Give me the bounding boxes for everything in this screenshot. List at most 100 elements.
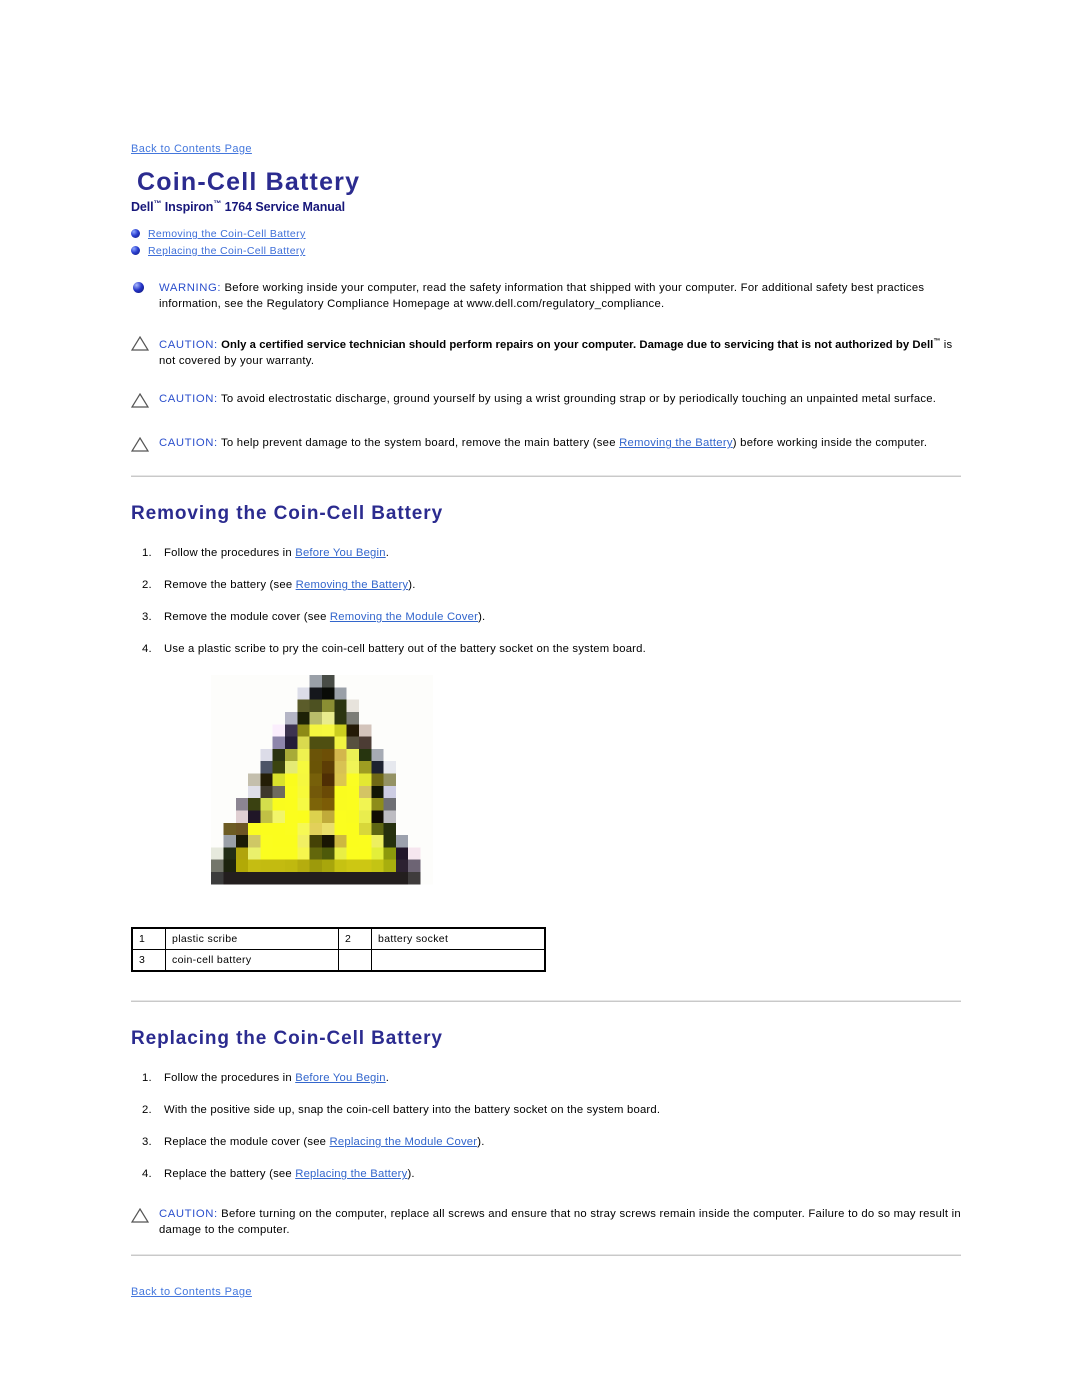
notice-icon-slot — [130, 1206, 159, 1228]
caution-triangle-icon — [130, 1208, 150, 1223]
toc-item-replacing[interactable]: Replacing the Coin-Cell Battery — [131, 243, 961, 258]
notice-icon-slot — [130, 334, 159, 356]
cell-label — [371, 949, 546, 972]
list-item: 3. Replace the module cover (see Replaci… — [131, 1136, 961, 1148]
toc-list: Removing the Coin-Cell Battery Replacing… — [131, 226, 961, 258]
cell-index — [338, 949, 372, 972]
bottom-nav: Back to Contents Page — [131, 1282, 961, 1300]
step-pre: Replace the module cover (see — [164, 1136, 330, 1149]
step-post: ). — [477, 1136, 485, 1149]
pixelated-warning-triangle-image — [211, 675, 433, 910]
document-page: Back to Contents Page Coin-Cell Battery … — [130, 0, 961, 1300]
list-item: 2. Remove the battery (see Removing the … — [131, 579, 961, 591]
blue-sphere-bullet-icon — [131, 246, 140, 256]
step-text: Follow the procedures in Before You Begi… — [164, 1072, 961, 1084]
page-subtitle: Dell™ Inspiron™ 1764 Service Manual — [131, 199, 961, 214]
divider-3 — [131, 1254, 961, 1257]
step-number: 2. — [142, 1104, 152, 1117]
toc-link-removing[interactable]: Removing the Coin-Cell Battery — [148, 228, 306, 240]
caution-notice-2-text: CAUTION: To avoid electrostatic discharg… — [159, 391, 961, 407]
step-number: 1. — [142, 547, 152, 560]
caution-notice-3-text: CAUTION: To help prevent damage to the s… — [159, 435, 961, 451]
step-text: Use a plastic scribe to pry the coin-cel… — [164, 643, 961, 655]
replacing-the-module-cover-link[interactable]: Replacing the Module Cover — [330, 1136, 478, 1148]
step-number: 4. — [142, 643, 152, 656]
caution-tail: ) before working inside the computer. — [732, 437, 928, 450]
section-title-removing: Removing the Coin-Cell Battery — [131, 503, 444, 525]
removing-steps: 1. Follow the procedures in Before You B… — [131, 547, 961, 655]
step-number: 3. — [142, 1136, 152, 1149]
warning-body: Before working inside your computer, rea… — [159, 282, 925, 311]
caution-keyword: CAUTION: — [159, 393, 218, 406]
cell-label: coin-cell battery — [165, 949, 339, 972]
top-nav: Back to Contents Page — [131, 0, 961, 155]
caution-body: To help prevent damage to the system boa… — [217, 437, 620, 450]
step-pre: Follow the procedures in — [164, 547, 296, 560]
step-number: 3. — [142, 611, 152, 624]
list-item: 1. Follow the procedures in Before You B… — [131, 1072, 961, 1084]
cell-index: 3 — [131, 949, 166, 972]
removing-the-battery-link[interactable]: Removing the Battery — [619, 437, 733, 449]
removing-the-battery-link[interactable]: Removing the Battery — [296, 579, 409, 591]
before-you-begin-link[interactable]: Before You Begin — [295, 547, 386, 559]
caution-notice-final: CAUTION: Before turning on the computer,… — [130, 1206, 961, 1238]
caution-notice-1: CAUTION: Only a certified service techni… — [130, 334, 961, 369]
caution-notice-3: CAUTION: To help prevent damage to the s… — [130, 435, 961, 457]
caution-notice-final-text: CAUTION: Before turning on the computer,… — [159, 1206, 961, 1238]
step-text: Replace the module cover (see Replacing … — [164, 1136, 961, 1148]
list-item: 3. Remove the module cover (see Removing… — [131, 611, 961, 623]
removing-the-module-cover-link[interactable]: Removing the Module Cover — [330, 611, 478, 623]
cell-index: 2 — [338, 927, 372, 951]
divider-1 — [131, 475, 961, 478]
toc-item-removing[interactable]: Removing the Coin-Cell Battery — [131, 226, 961, 241]
replacing-steps: 1. Follow the procedures in Before You B… — [131, 1072, 961, 1180]
subtitle-model: 1764 Service Manual — [221, 200, 346, 215]
replacing-the-battery-link[interactable]: Replacing the Battery — [295, 1168, 407, 1180]
coin-cell-battery-figure — [131, 675, 513, 910]
back-to-contents-link-bottom[interactable]: Back to Contents Page — [131, 1286, 252, 1298]
warning-keyword: WARNING: — [159, 282, 222, 295]
list-item: 1. Follow the procedures in Before You B… — [131, 547, 961, 559]
list-item: 4. Replace the battery (see Replacing th… — [131, 1168, 961, 1180]
step-pre: Remove the module cover (see — [164, 611, 330, 624]
step-text: Follow the procedures in Before You Begi… — [164, 547, 961, 559]
caution-body: To avoid electrostatic discharge, ground… — [217, 393, 937, 406]
cell-index: 1 — [131, 927, 166, 951]
step-pre: Follow the procedures in — [164, 1072, 296, 1085]
caution-notice-1-text: CAUTION: Only a certified service techni… — [159, 334, 961, 369]
step-post: ). — [407, 1168, 415, 1181]
cell-label: battery socket — [371, 927, 546, 951]
notice-icon-slot — [130, 391, 159, 413]
list-item: 2. With the positive side up, snap the c… — [131, 1104, 961, 1116]
caution-bold-body: Only a certified service technician shou… — [221, 339, 934, 352]
step-number: 2. — [142, 579, 152, 592]
table-row: 3 coin-cell battery — [131, 949, 546, 972]
caution-triangle-icon — [130, 437, 150, 452]
before-you-begin-link[interactable]: Before You Begin — [295, 1072, 386, 1084]
warning-notice: WARNING: Before working inside your comp… — [131, 280, 961, 312]
step-number: 4. — [142, 1168, 152, 1181]
caution-triangle-icon — [130, 336, 150, 352]
divider-2 — [131, 1000, 961, 1003]
step-number: 1. — [142, 1072, 152, 1085]
notice-icon-slot — [131, 280, 159, 294]
table-row: 1 plastic scribe 2 battery socket — [131, 927, 546, 951]
caution-keyword: CAUTION: — [159, 1208, 218, 1221]
caution-keyword: CAUTION: — [159, 339, 218, 352]
cell-label: plastic scribe — [165, 927, 339, 951]
subtitle-dell: Dell — [131, 200, 154, 215]
back-to-contents-link-top[interactable]: Back to Contents Page — [131, 143, 252, 155]
step-text: Remove the module cover (see Removing th… — [164, 611, 961, 623]
caution-triangle-icon — [130, 393, 150, 408]
warning-notice-text: WARNING: Before working inside your comp… — [159, 280, 961, 312]
blue-sphere-icon — [133, 282, 144, 294]
step-post: . — [385, 547, 390, 560]
step-pre: Replace the battery (see — [164, 1168, 296, 1181]
step-text: Remove the battery (see Removing the Bat… — [164, 579, 961, 591]
step-pre: Use a plastic scribe to pry the coin-cel… — [164, 643, 646, 656]
caution-keyword: CAUTION: — [159, 437, 218, 450]
list-item: 4. Use a plastic scribe to pry the coin-… — [131, 643, 961, 655]
notice-icon-slot — [130, 435, 159, 457]
subtitle-inspiron: Inspiron — [161, 200, 214, 215]
toc-link-replacing[interactable]: Replacing the Coin-Cell Battery — [148, 245, 305, 257]
